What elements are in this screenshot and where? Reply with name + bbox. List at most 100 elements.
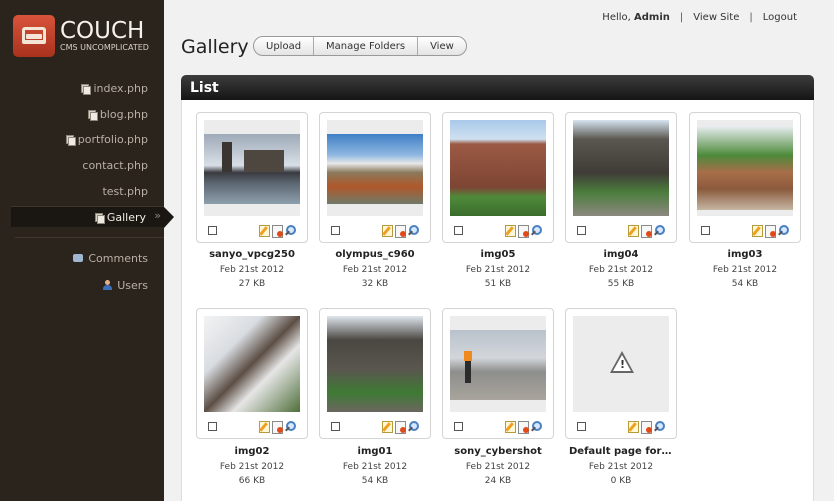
delete-icon[interactable] — [641, 421, 652, 434]
users-icon — [102, 280, 113, 290]
view-button[interactable]: View — [418, 37, 466, 55]
select-checkbox[interactable] — [331, 226, 340, 235]
delete-icon[interactable] — [395, 225, 406, 238]
file-date: Feb 21st 2012 — [219, 462, 285, 472]
zoom-icon[interactable] — [530, 421, 542, 432]
edit-icon[interactable] — [505, 225, 516, 237]
edit-icon[interactable] — [628, 225, 639, 237]
sidebar-item-test[interactable]: test.php — [102, 181, 148, 201]
file-date: Feb 21st 2012 — [342, 462, 408, 472]
file-size: 0 KB — [610, 476, 632, 486]
select-checkbox[interactable] — [701, 226, 710, 235]
edit-icon[interactable] — [259, 421, 270, 433]
zoom-icon[interactable] — [653, 421, 665, 432]
delete-icon[interactable] — [641, 225, 652, 238]
zoom-icon[interactable] — [407, 421, 419, 432]
zoom-icon[interactable] — [407, 225, 419, 236]
file-size: 66 KB — [238, 476, 266, 486]
thumbnail-image[interactable] — [327, 120, 423, 216]
tile-caption: img05 Feb 21st 2012 51 KB — [442, 249, 554, 289]
file-name[interactable]: img01 — [319, 446, 431, 457]
sidebar-item-label: test.php — [102, 184, 148, 198]
sidebar-item-index[interactable]: index.php — [81, 78, 148, 98]
gallery-actions: Upload Manage Folders View — [253, 36, 467, 56]
zoom-icon[interactable] — [284, 225, 296, 236]
gallery-tile[interactable] — [196, 112, 308, 243]
file-date: Feb 21st 2012 — [588, 265, 654, 275]
tile-caption: Default page for gal... Feb 21st 2012 0 … — [565, 446, 677, 486]
delete-icon[interactable] — [518, 421, 529, 434]
active-pointer — [164, 207, 174, 228]
sidebar-item-label: portfolio.php — [77, 132, 148, 146]
select-checkbox[interactable] — [577, 422, 586, 431]
file-date: Feb 21st 2012 — [219, 265, 285, 275]
tile-caption: img04 Feb 21st 2012 55 KB — [565, 249, 677, 289]
file-name[interactable]: img02 — [196, 446, 308, 457]
gallery-tile[interactable] — [689, 112, 801, 243]
gallery-tile[interactable] — [442, 112, 554, 243]
sidebar-item-gallery[interactable]: Gallery » — [11, 206, 174, 228]
edit-icon[interactable] — [382, 225, 393, 237]
edit-icon[interactable] — [259, 225, 270, 237]
sidebar-item-contact[interactable]: contact.php — [82, 155, 148, 175]
gallery-tile[interactable] — [565, 112, 677, 243]
view-site-link[interactable]: View Site — [693, 12, 739, 23]
tile-caption: sanyo_vpcg250 Feb 21st 2012 27 KB — [196, 249, 308, 289]
file-date: Feb 21st 2012 — [465, 265, 531, 275]
select-checkbox[interactable] — [331, 422, 340, 431]
sidebar-item-users[interactable]: Users — [102, 275, 148, 295]
select-checkbox[interactable] — [454, 422, 463, 431]
warning-icon[interactable]: ! — [573, 316, 669, 412]
zoom-icon[interactable] — [284, 421, 296, 432]
delete-icon[interactable] — [272, 225, 283, 238]
delete-icon[interactable] — [395, 421, 406, 434]
file-name[interactable]: olympus_c960 — [319, 249, 431, 260]
edit-icon[interactable] — [628, 421, 639, 433]
edit-icon[interactable] — [505, 421, 516, 433]
gallery-tile[interactable] — [319, 308, 431, 439]
upload-button[interactable]: Upload — [254, 37, 315, 55]
gallery-tile[interactable] — [319, 112, 431, 243]
thumbnail-image[interactable] — [450, 316, 546, 412]
list-body: sanyo_vpcg250 Feb 21st 2012 27 KB olympu… — [181, 100, 814, 501]
file-name[interactable]: sony_cybershot — [442, 446, 554, 457]
couch-logo-icon — [13, 15, 55, 57]
select-checkbox[interactable] — [208, 422, 217, 431]
zoom-icon[interactable] — [530, 225, 542, 236]
separator: | — [679, 12, 684, 23]
delete-icon[interactable] — [765, 225, 776, 238]
gallery-tile[interactable]: ! — [565, 308, 677, 439]
manage-folders-button[interactable]: Manage Folders — [314, 37, 419, 55]
thumbnail-image[interactable] — [450, 120, 546, 216]
sidebar: COUCH CMS UNCOMPLICATED index.php blog.p… — [0, 0, 174, 501]
thumbnail-image[interactable] — [573, 120, 669, 216]
edit-icon[interactable] — [382, 421, 393, 433]
file-name[interactable]: img03 — [689, 249, 801, 260]
delete-icon[interactable] — [272, 421, 283, 434]
zoom-icon[interactable] — [653, 225, 665, 236]
sidebar-item-portfolio[interactable]: portfolio.php — [65, 129, 148, 149]
gallery-tile[interactable] — [196, 308, 308, 439]
file-name[interactable]: img04 — [565, 249, 677, 260]
sidebar-item-comments[interactable]: Comments — [73, 248, 148, 268]
edit-icon[interactable] — [752, 225, 763, 237]
thumbnail-image[interactable] — [204, 120, 300, 216]
sidebar-divider — [15, 237, 164, 238]
username: Admin — [634, 12, 670, 23]
sidebar-item-blog[interactable]: blog.php — [87, 104, 148, 124]
file-name[interactable]: img05 — [442, 249, 554, 260]
thumbnail-image[interactable] — [327, 316, 423, 412]
gallery-tile[interactable] — [442, 308, 554, 439]
select-checkbox[interactable] — [577, 226, 586, 235]
thumbnail-image[interactable] — [697, 120, 793, 216]
file-name[interactable]: sanyo_vpcg250 — [196, 249, 308, 260]
select-checkbox[interactable] — [208, 226, 217, 235]
file-name[interactable]: Default page for gal... — [565, 446, 677, 457]
logo[interactable]: COUCH CMS UNCOMPLICATED — [13, 15, 149, 57]
zoom-icon[interactable] — [777, 225, 789, 236]
delete-icon[interactable] — [518, 225, 529, 238]
logout-link[interactable]: Logout — [763, 12, 797, 23]
file-size: 54 KB — [361, 476, 389, 486]
thumbnail-image[interactable] — [204, 316, 300, 412]
select-checkbox[interactable] — [454, 226, 463, 235]
